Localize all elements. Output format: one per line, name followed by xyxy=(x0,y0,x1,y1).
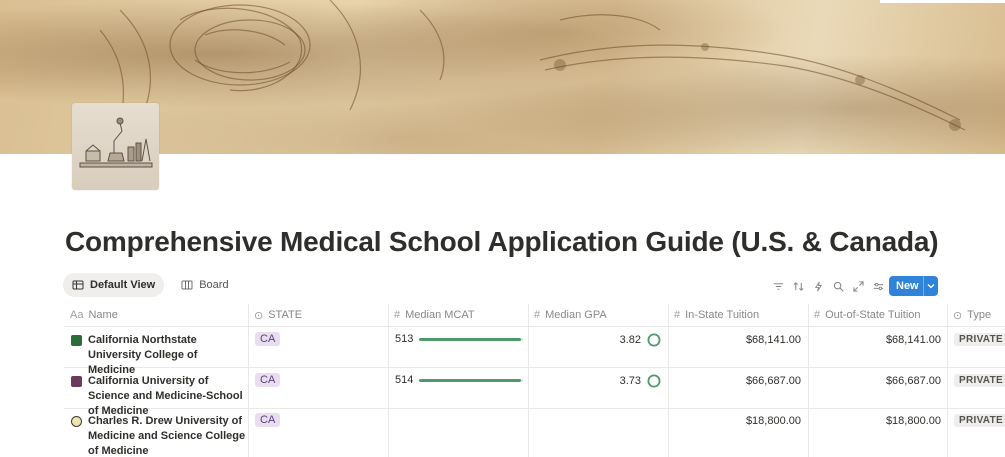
gpa-ring-icon xyxy=(647,333,661,347)
table-row-name[interactable]: California Northstate University College… xyxy=(71,333,246,378)
type-tag: PRIVATE xyxy=(954,374,1005,387)
column-header-gpa[interactable]: # Median GPA xyxy=(534,304,607,326)
microscope-icon xyxy=(79,117,153,168)
sort-icon[interactable] xyxy=(791,279,805,293)
table-row-name[interactable]: California University of Science and Med… xyxy=(71,374,246,419)
out-state-tuition-cell[interactable]: $66,687.00 xyxy=(821,375,941,387)
in-state-tuition-cell[interactable]: $18,800.00 xyxy=(681,415,801,427)
new-button-label: New xyxy=(896,280,919,292)
column-header-mcat[interactable]: # Median MCAT xyxy=(394,304,475,326)
type-cell[interactable]: PRIVATE xyxy=(954,374,1005,387)
column-header-out-state[interactable]: # Out-of-State Tuition xyxy=(814,304,921,326)
column-header-state[interactable]: ⊙ STATE xyxy=(254,304,302,326)
search-icon[interactable] xyxy=(831,279,845,293)
school-logo-icon xyxy=(71,335,82,346)
new-button[interactable]: New xyxy=(889,276,938,296)
cover-edge xyxy=(880,0,1005,3)
tab-board-label: Board xyxy=(199,279,229,291)
mcat-progress-bar xyxy=(419,378,524,382)
table-row-name[interactable]: Charles R. Drew University of Medicine a… xyxy=(71,414,246,457)
type-tag: PRIVATE xyxy=(954,414,1005,427)
column-header-name[interactable]: Aa Name xyxy=(70,304,118,326)
out-state-tuition-cell[interactable]: $68,141.00 xyxy=(821,334,941,346)
column-header-in-state[interactable]: # In-State Tuition xyxy=(674,304,759,326)
number-property-icon: # xyxy=(534,309,541,321)
state-tag: CA xyxy=(255,332,281,346)
settings-icon[interactable] xyxy=(871,279,885,293)
tab-default-view-label: Default View xyxy=(90,279,156,291)
state-tag: CA xyxy=(255,413,281,427)
state-cell[interactable]: CA xyxy=(255,373,281,387)
database-toolbar xyxy=(771,276,885,296)
tab-board[interactable]: Board xyxy=(172,273,237,297)
school-logo-icon xyxy=(71,416,82,427)
page-title: Comprehensive Medical School Application… xyxy=(65,226,939,257)
state-cell[interactable]: CA xyxy=(255,413,281,427)
out-state-tuition-cell[interactable]: $18,800.00 xyxy=(821,415,941,427)
state-cell[interactable]: CA xyxy=(255,332,281,346)
page-icon[interactable] xyxy=(72,103,159,190)
table-icon xyxy=(72,280,84,290)
number-property-icon: # xyxy=(814,309,821,321)
select-property-icon: ⊙ xyxy=(254,309,264,322)
chevron-down-icon[interactable] xyxy=(924,283,938,289)
mcat-cell[interactable]: 513 xyxy=(395,333,524,345)
type-cell[interactable]: PRIVATE xyxy=(954,414,1005,427)
view-tabs: Default View Board xyxy=(63,273,238,297)
in-state-tuition-cell[interactable]: $68,141.00 xyxy=(681,334,801,346)
select-property-icon: ⊙ xyxy=(953,309,963,322)
mcat-progress-bar xyxy=(419,337,524,341)
type-cell[interactable]: PRIVATE xyxy=(954,333,1005,346)
text-property-icon: Aa xyxy=(70,309,84,321)
tab-default-view[interactable]: Default View xyxy=(63,273,165,297)
number-property-icon: # xyxy=(674,309,681,321)
in-state-tuition-cell[interactable]: $66,687.00 xyxy=(681,375,801,387)
school-logo-icon xyxy=(71,376,82,387)
board-icon xyxy=(181,280,193,290)
state-tag: CA xyxy=(255,373,281,387)
number-property-icon: # xyxy=(394,309,401,321)
gpa-cell[interactable]: 3.73 xyxy=(536,374,661,388)
column-header-type[interactable]: ⊙ Type xyxy=(953,304,991,326)
filter-icon[interactable] xyxy=(771,279,785,293)
automation-icon[interactable] xyxy=(811,279,825,293)
gpa-cell[interactable]: 3.82 xyxy=(536,333,661,347)
mcat-cell[interactable]: 514 xyxy=(395,374,524,386)
expand-icon[interactable] xyxy=(851,279,865,293)
type-tag: PRIVATE xyxy=(954,333,1005,346)
gpa-ring-icon xyxy=(647,374,661,388)
